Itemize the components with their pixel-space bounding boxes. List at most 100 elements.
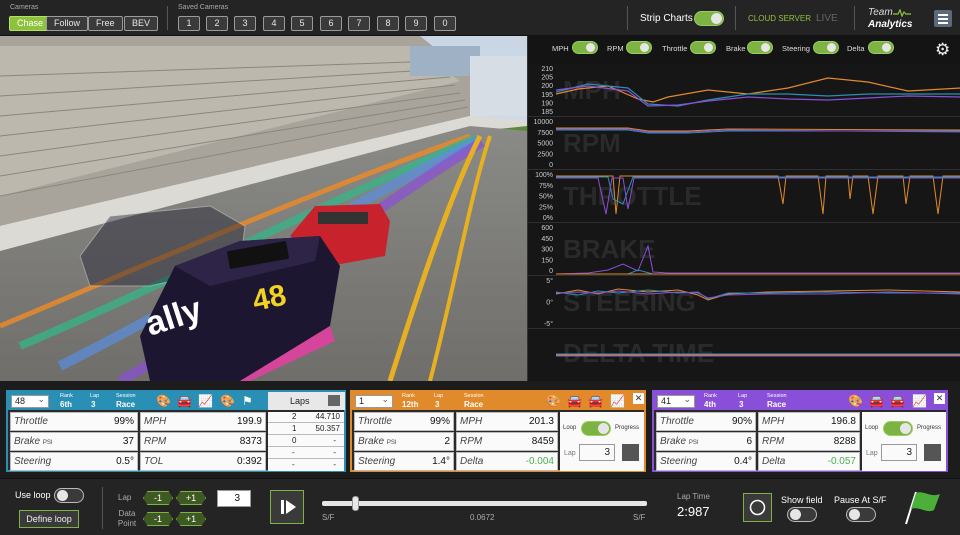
lap-label: Lap — [434, 393, 444, 399]
lap-label: Lap — [738, 393, 748, 399]
saved-camera-1-button[interactable]: 1 — [178, 16, 200, 31]
laps-list-icon[interactable] — [328, 395, 340, 406]
axis-tick-label: 450 — [541, 236, 553, 243]
table-row[interactable]: 0- — [268, 436, 344, 447]
chart-icon[interactable]: 📈 — [198, 394, 213, 408]
lap-list-icon[interactable] — [924, 444, 941, 461]
paint-palette-icon[interactable]: 🎨 — [156, 394, 171, 408]
loop-progress-toggle[interactable] — [883, 421, 913, 436]
axis-tick-label: 0% — [543, 215, 553, 222]
playback-bar: Use loop Define loop Lap Data Point -1 +… — [0, 478, 960, 535]
cameras-label: Cameras — [10, 4, 39, 11]
lap-list-icon[interactable] — [622, 444, 639, 461]
lap-progress-slider[interactable] — [322, 496, 647, 511]
car-icon[interactable]: 🚘 — [890, 394, 905, 408]
paint-palette-icon[interactable]: 🎨 — [848, 394, 863, 408]
camera-bev-button[interactable]: BEV — [124, 16, 159, 31]
close-panel-icon[interactable]: ✕ — [934, 393, 945, 404]
chart-toggle-steering[interactable] — [813, 41, 839, 54]
driver-panel-41: 41 Rank 4th Lap 3 Session Race 🎨 🚘 🚘 📈 T… — [652, 390, 948, 472]
camera-chase-button[interactable]: Chase — [9, 16, 52, 31]
car-select-dropdown[interactable]: 48 — [11, 394, 49, 408]
camera-follow-button[interactable]: Follow — [46, 16, 89, 31]
chart-toggle-rpm[interactable] — [626, 41, 652, 54]
saved-camera-5-button[interactable]: 5 — [291, 16, 313, 31]
strip-watermark-delta: DELTA TIME — [563, 338, 714, 368]
axis-tick-label: 10000 — [534, 119, 554, 126]
brake-cell: Brake PSI 37 — [10, 432, 138, 451]
table-row[interactable]: 2 44.710 — [268, 412, 344, 423]
lap-number-input[interactable]: 3 — [579, 444, 615, 461]
session-label: Session — [767, 393, 787, 399]
throttle-cell: Throttle 90% — [656, 412, 756, 431]
axis-tick-label: 190 — [541, 100, 553, 107]
steering-cell: Steering 0.4° — [656, 452, 756, 471]
car-select-dropdown[interactable]: 1 — [355, 394, 393, 408]
race-3d-viewport[interactable]: ally 48 — [0, 36, 527, 381]
table-row[interactable]: 1 50.357 — [268, 424, 344, 435]
saved-camera-8-button[interactable]: 8 — [377, 16, 399, 31]
chart-toggle-label-mph: MPH — [552, 44, 569, 53]
chart-toggle-delta[interactable] — [868, 41, 894, 54]
pause-sf-toggle[interactable] — [846, 507, 876, 522]
saved-camera-4-button[interactable]: 4 — [263, 16, 285, 31]
chart-icon[interactable]: 📈 — [912, 394, 927, 408]
car-icon[interactable]: 🚘 — [869, 394, 884, 408]
define-loop-button[interactable]: Define loop — [19, 510, 79, 528]
rpm-cell: RPM 8373 — [140, 432, 266, 451]
axis-tick-label: 300 — [541, 247, 553, 254]
axis-tick-label: 150 — [541, 257, 553, 264]
steering-cell: Steering 0.5° — [10, 452, 138, 471]
green-flag-icon[interactable] — [902, 490, 942, 526]
flag-icon[interactable]: ⚑ — [242, 394, 253, 408]
lap-plus-button[interactable]: +1 — [176, 491, 206, 505]
palette-icon[interactable]: 🎨 — [220, 394, 235, 408]
play-pause-button[interactable] — [270, 490, 304, 524]
car-select-dropdown[interactable]: 41 — [657, 394, 695, 408]
saved-camera-6-button[interactable]: 6 — [320, 16, 342, 31]
delta-cell: Delta -0.004 — [456, 452, 558, 471]
lap-minus-button[interactable]: -1 — [143, 491, 173, 505]
cloud-server-status[interactable]: CLOUD SERVER — [748, 14, 811, 23]
lap-number-input[interactable]: 3 — [881, 444, 917, 461]
close-panel-icon[interactable]: ✕ — [633, 393, 644, 404]
table-row[interactable]: -- — [268, 448, 344, 459]
race-scene: ally 48 — [0, 36, 527, 381]
saved-camera-9-button[interactable]: 9 — [405, 16, 427, 31]
saved-camera-0-button[interactable]: 0 — [434, 16, 456, 31]
loop-progress-toggle[interactable] — [581, 421, 611, 436]
chart-toggle-label-rpm: RPM — [607, 44, 624, 53]
data-point-step-label: Data Point — [117, 509, 137, 528]
session-label: Session — [464, 393, 484, 399]
lap-value-input[interactable]: 3 — [217, 490, 251, 507]
paint-palette-icon[interactable]: 🎨 — [546, 394, 561, 408]
saved-camera-7-button[interactable]: 7 — [348, 16, 370, 31]
laps-table: 2 44.710 1 50.357 0- -- -- — [268, 412, 344, 471]
live-status[interactable]: LIVE — [816, 13, 838, 24]
chart-toggle-mph[interactable] — [572, 41, 598, 54]
table-row[interactable]: -- — [268, 460, 344, 471]
data-point-minus-button[interactable]: -1 — [143, 512, 173, 526]
chart-toggle-throttle[interactable] — [690, 41, 716, 54]
data-point-plus-button[interactable]: +1 — [176, 512, 206, 526]
axis-tick-label: 5000 — [537, 141, 553, 148]
slider-thumb[interactable] — [351, 496, 359, 511]
saved-camera-2-button[interactable]: 2 — [206, 16, 228, 31]
car-icon[interactable]: 🚘 — [177, 394, 192, 408]
lap-time-label: Lap Time — [677, 492, 710, 501]
show-field-toggle[interactable] — [787, 507, 817, 522]
chart-toggle-brake[interactable] — [747, 41, 773, 54]
record-button[interactable] — [743, 493, 772, 522]
lap-box-label: Lap — [564, 450, 576, 457]
chart-toggle-label-steering: Steering — [782, 44, 810, 53]
chart-icon[interactable]: 📈 — [610, 394, 625, 408]
saved-camera-3-button[interactable]: 3 — [234, 16, 256, 31]
main-menu-icon[interactable] — [934, 10, 952, 27]
strip-charts-toggle[interactable] — [694, 11, 724, 26]
lap-value: 3 — [91, 400, 96, 409]
car-icon[interactable]: 🚘 — [588, 394, 603, 408]
camera-free-button[interactable]: Free — [88, 16, 123, 31]
chart-settings-gear-icon[interactable]: ⚙ — [935, 40, 950, 60]
use-loop-toggle[interactable] — [54, 488, 84, 503]
car-icon[interactable]: 🚘 — [567, 394, 582, 408]
